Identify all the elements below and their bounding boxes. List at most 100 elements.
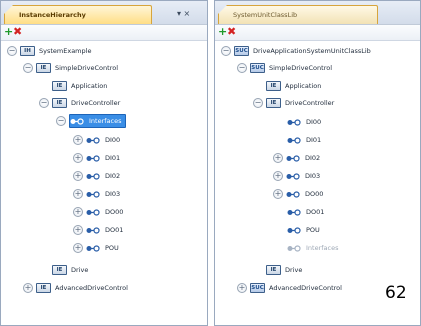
add-icon[interactable]: + — [4, 26, 13, 38]
tree-node-label: DriveApplicationSystemUnitClassLib — [253, 47, 371, 55]
selection-highlight: Interfaces — [69, 114, 126, 128]
system-unit-class-icon: SUC — [234, 46, 249, 56]
tree-node[interactable]: − SUC DriveApplicationSystemUnitClassLib — [221, 44, 371, 58]
internal-element-icon: IE — [52, 98, 67, 108]
internal-element-icon: IE — [52, 81, 67, 91]
tree-node[interactable]: − IE DriveController — [253, 96, 334, 110]
tree-node-label: Drive — [285, 266, 303, 274]
page-number: 62 — [383, 283, 409, 303]
expand-icon[interactable]: + — [23, 283, 33, 293]
add-icon[interactable]: + — [218, 26, 227, 38]
tree-node-label: SimpleDriveControl — [55, 64, 119, 72]
collapse-icon[interactable]: − — [237, 63, 247, 73]
tree-node[interactable]: + DI01 — [73, 151, 120, 165]
interface-icon — [286, 172, 300, 181]
tree-node-label: DO01 — [306, 208, 325, 216]
internal-element-icon: IE — [266, 98, 281, 108]
collapse-icon[interactable]: − — [221, 46, 231, 56]
expand-icon[interactable]: + — [73, 207, 83, 217]
instance-hierarchy-icon: IH — [20, 46, 35, 56]
expand-icon[interactable]: + — [73, 243, 83, 253]
system-unit-class-lib-panel: SystemUnitClassLib + ✖ − SUC DriveApplic… — [214, 0, 421, 326]
tree-node[interactable]: + DO01 — [73, 223, 123, 237]
pin-close-icon[interactable]: ▾ × — [177, 9, 190, 18]
collapse-icon[interactable]: − — [253, 98, 263, 108]
tree-node[interactable]: + DO00 — [273, 187, 323, 201]
expand-icon[interactable]: + — [73, 135, 83, 145]
expand-icon[interactable]: + — [73, 171, 83, 181]
expand-icon[interactable]: + — [73, 153, 83, 163]
tree-node[interactable]: − IE DriveController — [39, 96, 120, 110]
tree-node[interactable]: + DI03 — [273, 169, 320, 183]
tree-node[interactable]: − IE SimpleDriveControl — [23, 61, 118, 75]
tree-node[interactable]: Interfaces — [287, 241, 339, 255]
internal-element-icon: IE — [36, 283, 51, 293]
tree-node-label: Interfaces — [306, 244, 339, 252]
interface-icon — [86, 226, 100, 235]
expand-icon[interactable]: + — [73, 225, 83, 235]
internal-element-icon: IE — [36, 63, 51, 73]
delete-icon[interactable]: ✖ — [13, 26, 22, 38]
tree-node-label: SystemExample — [39, 47, 92, 55]
internal-element-icon: IE — [266, 81, 281, 91]
tree-node[interactable]: DI01 — [287, 133, 321, 147]
collapse-icon[interactable]: − — [56, 116, 66, 126]
tree-node-label: Drive — [71, 266, 89, 274]
tree-node[interactable]: DI00 — [287, 115, 321, 129]
tree-node-label: SimpleDriveControl — [269, 64, 333, 72]
toolbar: + ✖ — [1, 25, 207, 41]
tree-node[interactable]: − IH SystemExample — [7, 44, 91, 58]
tree-node[interactable]: + DI02 — [273, 151, 320, 165]
tree-node[interactable]: + POU — [73, 241, 119, 255]
tree-node[interactable]: IE Drive — [266, 263, 302, 277]
interface-icon — [286, 154, 300, 163]
tree-node[interactable]: + IE AdvancedDriveControl — [23, 281, 128, 295]
interface-icon — [86, 190, 100, 199]
tree-node[interactable]: + DI03 — [73, 187, 120, 201]
expand-icon[interactable]: + — [273, 153, 283, 163]
tree-node-label: Interfaces — [89, 117, 122, 125]
tree-node[interactable]: DO01 — [287, 205, 324, 219]
tree-node[interactable]: IE Application — [52, 79, 107, 93]
collapse-icon[interactable]: − — [7, 46, 17, 56]
tree-node[interactable]: IE Drive — [52, 263, 88, 277]
internal-element-icon: IE — [266, 265, 281, 275]
tab-system-unit-class-lib[interactable]: SystemUnitClassLib — [218, 5, 378, 24]
tree-node-label: DriveController — [71, 99, 121, 107]
tree-node[interactable]: + DI02 — [73, 169, 120, 183]
interface-icon — [287, 136, 301, 145]
tree-node-label: DriveController — [285, 99, 335, 107]
tree-node[interactable]: + DI00 — [73, 133, 120, 147]
collapse-icon[interactable]: − — [39, 98, 49, 108]
internal-element-icon: IE — [52, 265, 67, 275]
instance-hierarchy-panel: InstanceHierarchy ▾ × + ✖ − IH SystemExa… — [0, 0, 208, 326]
toolbar: + ✖ — [215, 25, 420, 41]
delete-icon[interactable]: ✖ — [227, 26, 236, 38]
tree-node[interactable]: + DO00 — [73, 205, 123, 219]
tab-instance-hierarchy[interactable]: InstanceHierarchy — [4, 5, 152, 24]
tree-node-label: DI02 — [105, 172, 121, 180]
tree-node[interactable]: − SUC SimpleDriveControl — [237, 61, 332, 75]
expand-icon[interactable]: + — [237, 283, 247, 293]
tree-node-label: POU — [105, 244, 119, 252]
expand-icon[interactable]: + — [273, 171, 283, 181]
tree-node[interactable]: + SUC AdvancedDriveControl — [237, 281, 342, 295]
tree-node-label: Application — [285, 82, 322, 90]
tree-node-label: AdvancedDriveControl — [55, 284, 128, 292]
tree-node-label: DI03 — [105, 190, 121, 198]
interface-icon — [86, 154, 100, 163]
tree-node-label: AdvancedDriveControl — [269, 284, 342, 292]
tree-node-label: DI01 — [306, 136, 322, 144]
interface-icon — [287, 118, 301, 127]
tree-node[interactable]: POU — [287, 223, 320, 237]
expand-icon[interactable]: + — [273, 189, 283, 199]
tab-label: InstanceHierarchy — [19, 11, 86, 19]
expand-icon[interactable]: + — [73, 189, 83, 199]
tree-node-selected[interactable]: − Interfaces — [56, 114, 126, 128]
tree-node-label: POU — [306, 226, 320, 234]
interface-icon — [287, 226, 301, 235]
interface-icon — [86, 244, 100, 253]
collapse-icon[interactable]: − — [23, 63, 33, 73]
interface-icon — [286, 190, 300, 199]
tree-node[interactable]: IE Application — [266, 79, 321, 93]
